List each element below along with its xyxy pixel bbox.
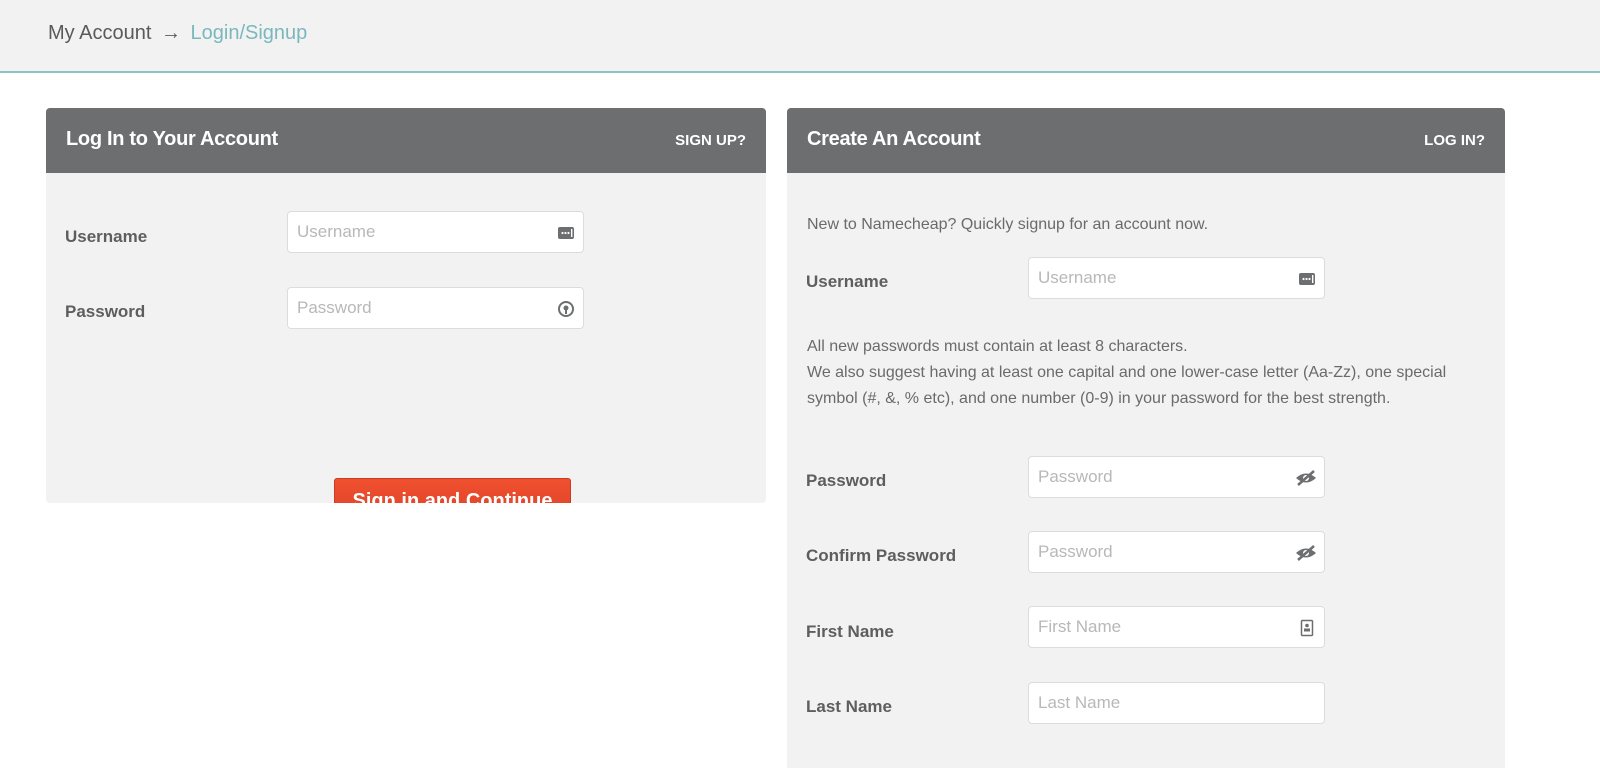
- key-lock-icon: [558, 301, 574, 317]
- eye-slash-icon[interactable]: [1294, 544, 1318, 562]
- first-name-input[interactable]: [1029, 607, 1324, 647]
- login-panel: Log In to Your Account SIGN UP? Username…: [46, 108, 766, 503]
- login-password-label: Password: [65, 302, 146, 321]
- login-username-input[interactable]: [288, 212, 583, 252]
- login-password-field[interactable]: [287, 287, 584, 329]
- signup-password-label: Password: [806, 471, 887, 490]
- sign-in-button[interactable]: Sign in and Continue: [334, 478, 571, 503]
- signup-panel-header: Create An Account LOG IN?: [787, 108, 1505, 173]
- top-bar: My Account → Login/Signup: [0, 0, 1600, 73]
- last-name-field[interactable]: [1028, 682, 1325, 724]
- breadcrumb: My Account → Login/Signup: [48, 22, 307, 45]
- confirm-password-label: Confirm Password: [806, 546, 957, 565]
- id-card-icon: [1299, 273, 1315, 285]
- confirm-password-input[interactable]: [1029, 532, 1324, 572]
- password-rules-line2: We also suggest having at least one capi…: [807, 364, 1447, 407]
- confirm-password-field[interactable]: [1028, 531, 1325, 573]
- signup-username-label: Username: [806, 272, 889, 291]
- signup-username-field[interactable]: [1028, 257, 1325, 299]
- signup-password-input[interactable]: [1029, 457, 1324, 497]
- signup-username-input[interactable]: [1029, 258, 1324, 298]
- login-password-input[interactable]: [288, 288, 583, 328]
- sign-up-link[interactable]: SIGN UP?: [675, 132, 746, 149]
- login-username-field[interactable]: [287, 211, 584, 253]
- signup-password-field[interactable]: [1028, 456, 1325, 498]
- login-title: Log In to Your Account: [66, 128, 278, 150]
- password-rules: All new passwords must contain at least …: [807, 334, 1477, 412]
- signup-panel: Create An Account LOG IN? New to Nameche…: [787, 108, 1505, 768]
- contact-card-icon: [1300, 619, 1314, 637]
- id-card-icon: [558, 227, 574, 239]
- first-name-field[interactable]: [1028, 606, 1325, 648]
- breadcrumb-current: Login/Signup: [190, 22, 308, 44]
- login-panel-header: Log In to Your Account SIGN UP?: [46, 108, 766, 173]
- eye-slash-icon[interactable]: [1294, 469, 1318, 487]
- password-rules-line1: All new passwords must contain at least …: [807, 338, 1188, 355]
- last-name-label: Last Name: [806, 697, 892, 716]
- login-username-label: Username: [65, 227, 148, 246]
- log-in-link[interactable]: LOG IN?: [1424, 132, 1485, 149]
- first-name-label: First Name: [806, 622, 894, 641]
- signup-title: Create An Account: [807, 128, 981, 150]
- last-name-input[interactable]: [1029, 683, 1324, 723]
- breadcrumb-my-account[interactable]: My Account: [48, 22, 151, 44]
- signup-intro: New to Namecheap? Quickly signup for an …: [807, 216, 1209, 233]
- breadcrumb-separator: →: [160, 22, 181, 44]
